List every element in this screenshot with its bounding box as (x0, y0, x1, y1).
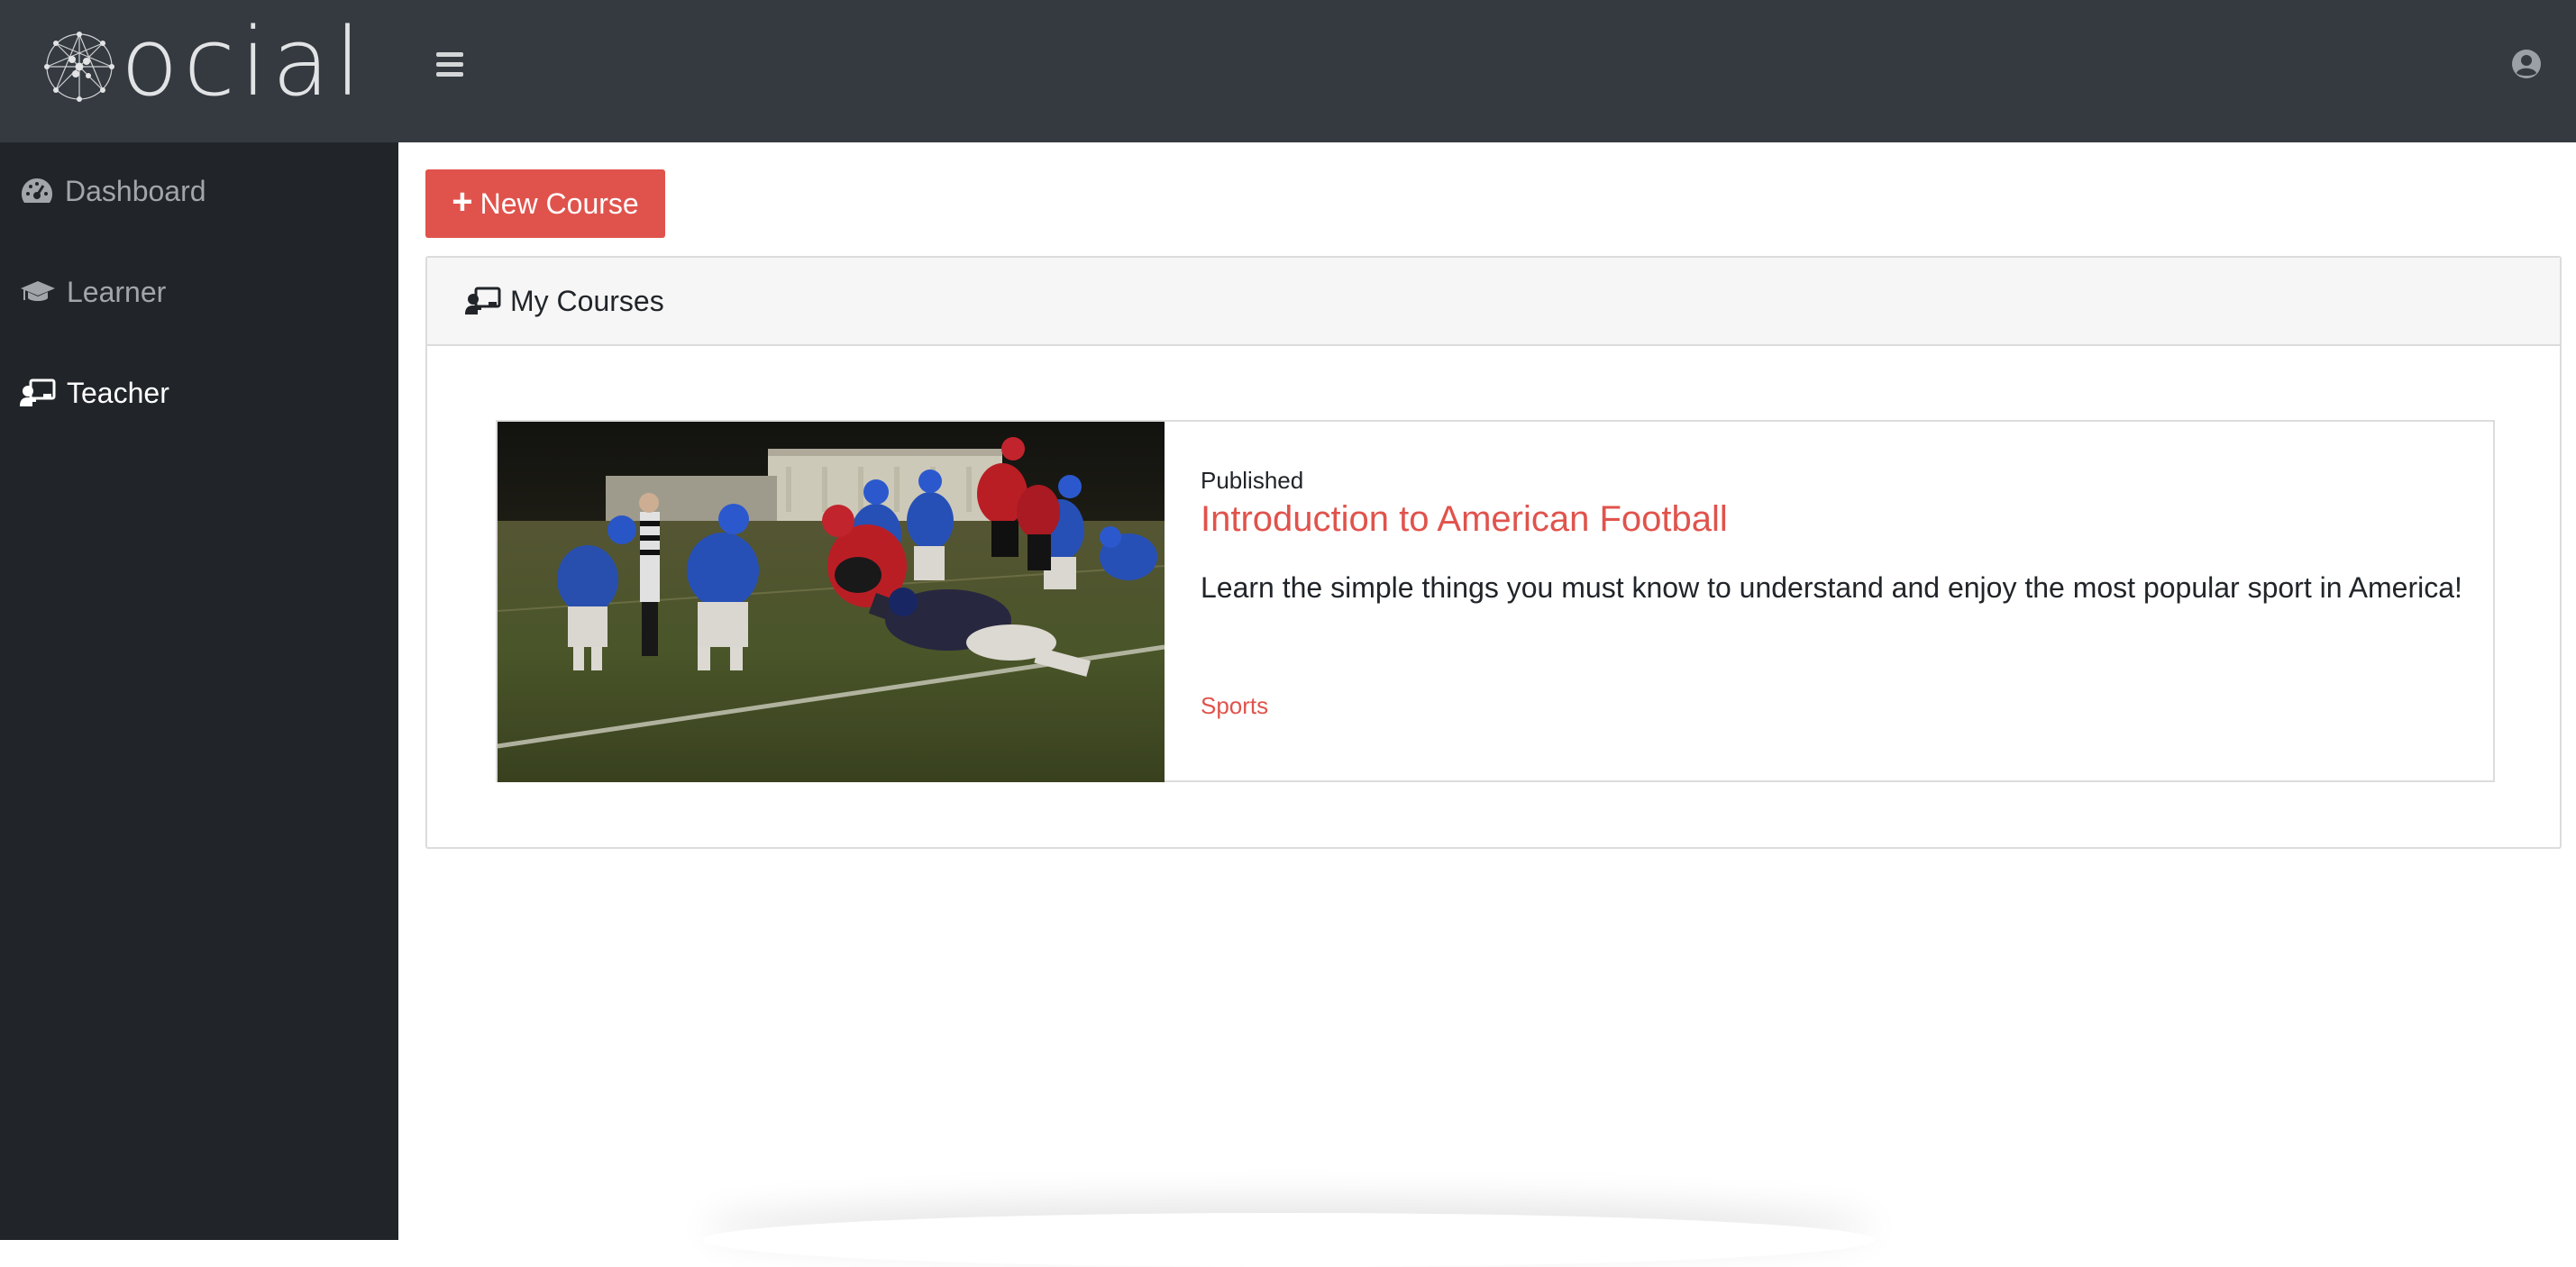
course-description: Learn the simple things you must know to… (1201, 571, 2462, 604)
bottom-shadow-decoration (703, 1213, 1875, 1267)
course-details: Published Introduction to American Footb… (1165, 422, 2495, 782)
football-photo-illustration (498, 422, 1165, 782)
brand-wordmark: ocial (121, 7, 367, 117)
course-status: Published (1201, 467, 1304, 494)
plus-icon: + (452, 182, 473, 222)
new-course-button[interactable]: + New Course (425, 169, 665, 238)
chalkboard-teacher-icon (20, 378, 56, 406)
new-course-label: New Course (480, 187, 639, 220)
sidebar-item-label: Teacher (67, 376, 169, 409)
my-courses-header: My Courses (427, 258, 2560, 346)
my-courses-panel: My Courses Published Introduction to Ame… (425, 256, 2562, 849)
sidebar-item-learner[interactable]: Learner (20, 260, 380, 324)
course-title-link[interactable]: Introduction to American Football (1201, 499, 1728, 540)
hamburger-icon-bar (436, 52, 463, 57)
sidebar-item-dashboard[interactable]: Dashboard (20, 160, 380, 223)
course-card[interactable]: Published Introduction to American Footb… (496, 420, 2495, 782)
course-thumbnail[interactable] (498, 422, 1165, 782)
hamburger-icon-bar (436, 62, 463, 67)
course-category-link[interactable]: Sports (1201, 692, 1268, 720)
sidebar-item-label: Dashboard (65, 174, 206, 207)
brand-logo[interactable]: ocial (38, 15, 380, 110)
tachometer-icon (22, 178, 52, 203)
sidebar-item-label: Learner (67, 275, 167, 308)
sidebar: Dashboard Learner Teacher (0, 142, 398, 1240)
top-navbar: ocial (0, 0, 2576, 142)
menu-toggle-button[interactable] (436, 52, 463, 77)
chalkboard-teacher-icon (465, 287, 501, 314)
sidebar-item-teacher[interactable]: Teacher (20, 361, 380, 424)
network-logo-icon (44, 32, 114, 102)
user-circle-icon (2512, 50, 2541, 78)
user-menu-button[interactable] (2511, 49, 2542, 79)
graduation-cap-icon (21, 281, 55, 301)
hamburger-icon-bar (436, 72, 463, 77)
panel-title: My Courses (510, 284, 664, 317)
